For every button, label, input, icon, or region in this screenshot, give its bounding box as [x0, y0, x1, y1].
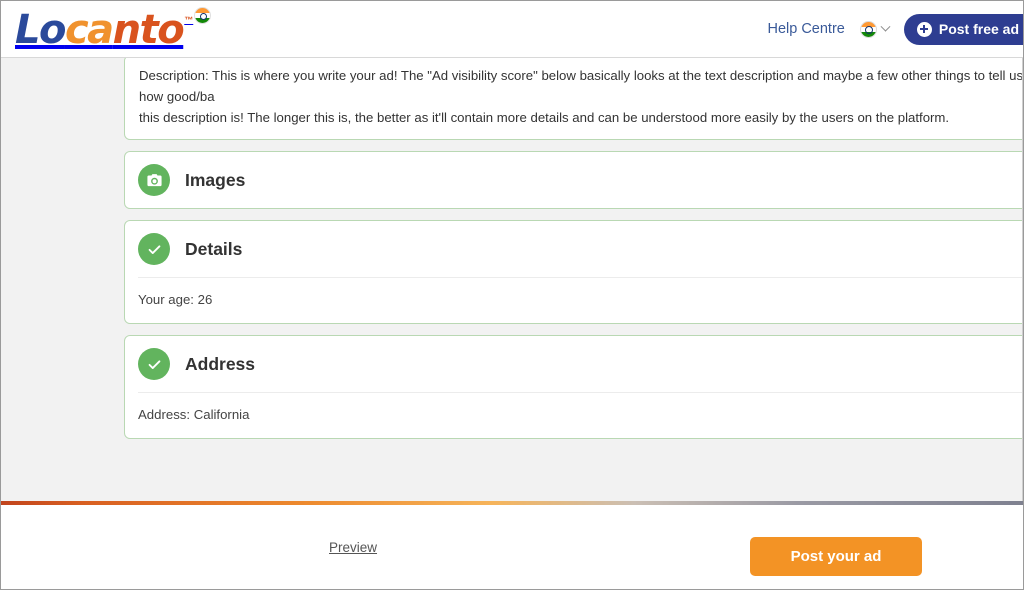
section-header-address[interactable]: Address: [125, 336, 1022, 392]
section-header-images[interactable]: Images: [125, 152, 1022, 208]
camera-icon: [138, 164, 170, 196]
post-free-ad-button[interactable]: Post free ad: [903, 13, 1023, 45]
chevron-down-icon: [880, 21, 891, 32]
section-card-images[interactable]: Images: [124, 151, 1022, 209]
address-body-text: Address: California: [138, 407, 250, 422]
plus-circle-icon: [916, 21, 932, 37]
logo-text-ca: ca: [64, 7, 114, 53]
description-text: Description: This is where you write you…: [139, 68, 1023, 125]
details-body-text: Your age: 26: [138, 292, 213, 307]
check-circle-icon: [138, 348, 170, 380]
locanto-logo[interactable]: Lo ca nto ™: [15, 6, 212, 53]
form-footer: Preview Post your ad: [1, 505, 1023, 589]
section-title-address: Address: [185, 353, 256, 374]
post-your-ad-button[interactable]: Post your ad: [750, 537, 922, 576]
india-flag-icon: [194, 7, 212, 24]
ad-form-column: Description: This is where you write you…: [124, 58, 1023, 450]
page-body: Description: This is where you write you…: [1, 58, 1023, 501]
browser-page: Lo ca nto ™ Help Centre Post free ad Des…: [0, 0, 1024, 590]
section-title-images: Images: [185, 169, 246, 190]
section-title-details: Details: [185, 238, 243, 259]
india-flag-icon: [859, 20, 877, 38]
logo-trademark: ™: [184, 15, 194, 25]
post-free-ad-label: Post free ad: [938, 21, 1019, 37]
description-box: Description: This is where you write you…: [124, 58, 1023, 140]
section-card-details[interactable]: Details Your age: 26: [124, 220, 1022, 324]
logo-text-lo: Lo: [15, 7, 66, 53]
section-card-address[interactable]: Address Address: California: [124, 335, 1022, 439]
section-header-details[interactable]: Details: [125, 221, 1022, 277]
language-selector[interactable]: [859, 20, 891, 38]
check-circle-icon: [138, 233, 170, 265]
logo-text-nto: nto: [112, 7, 185, 53]
header-actions: Help Centre Post free ad: [767, 13, 1023, 45]
site-header: Lo ca nto ™ Help Centre Post free ad: [1, 1, 1023, 58]
preview-link[interactable]: Preview: [329, 540, 377, 555]
help-centre-link[interactable]: Help Centre: [767, 21, 844, 37]
